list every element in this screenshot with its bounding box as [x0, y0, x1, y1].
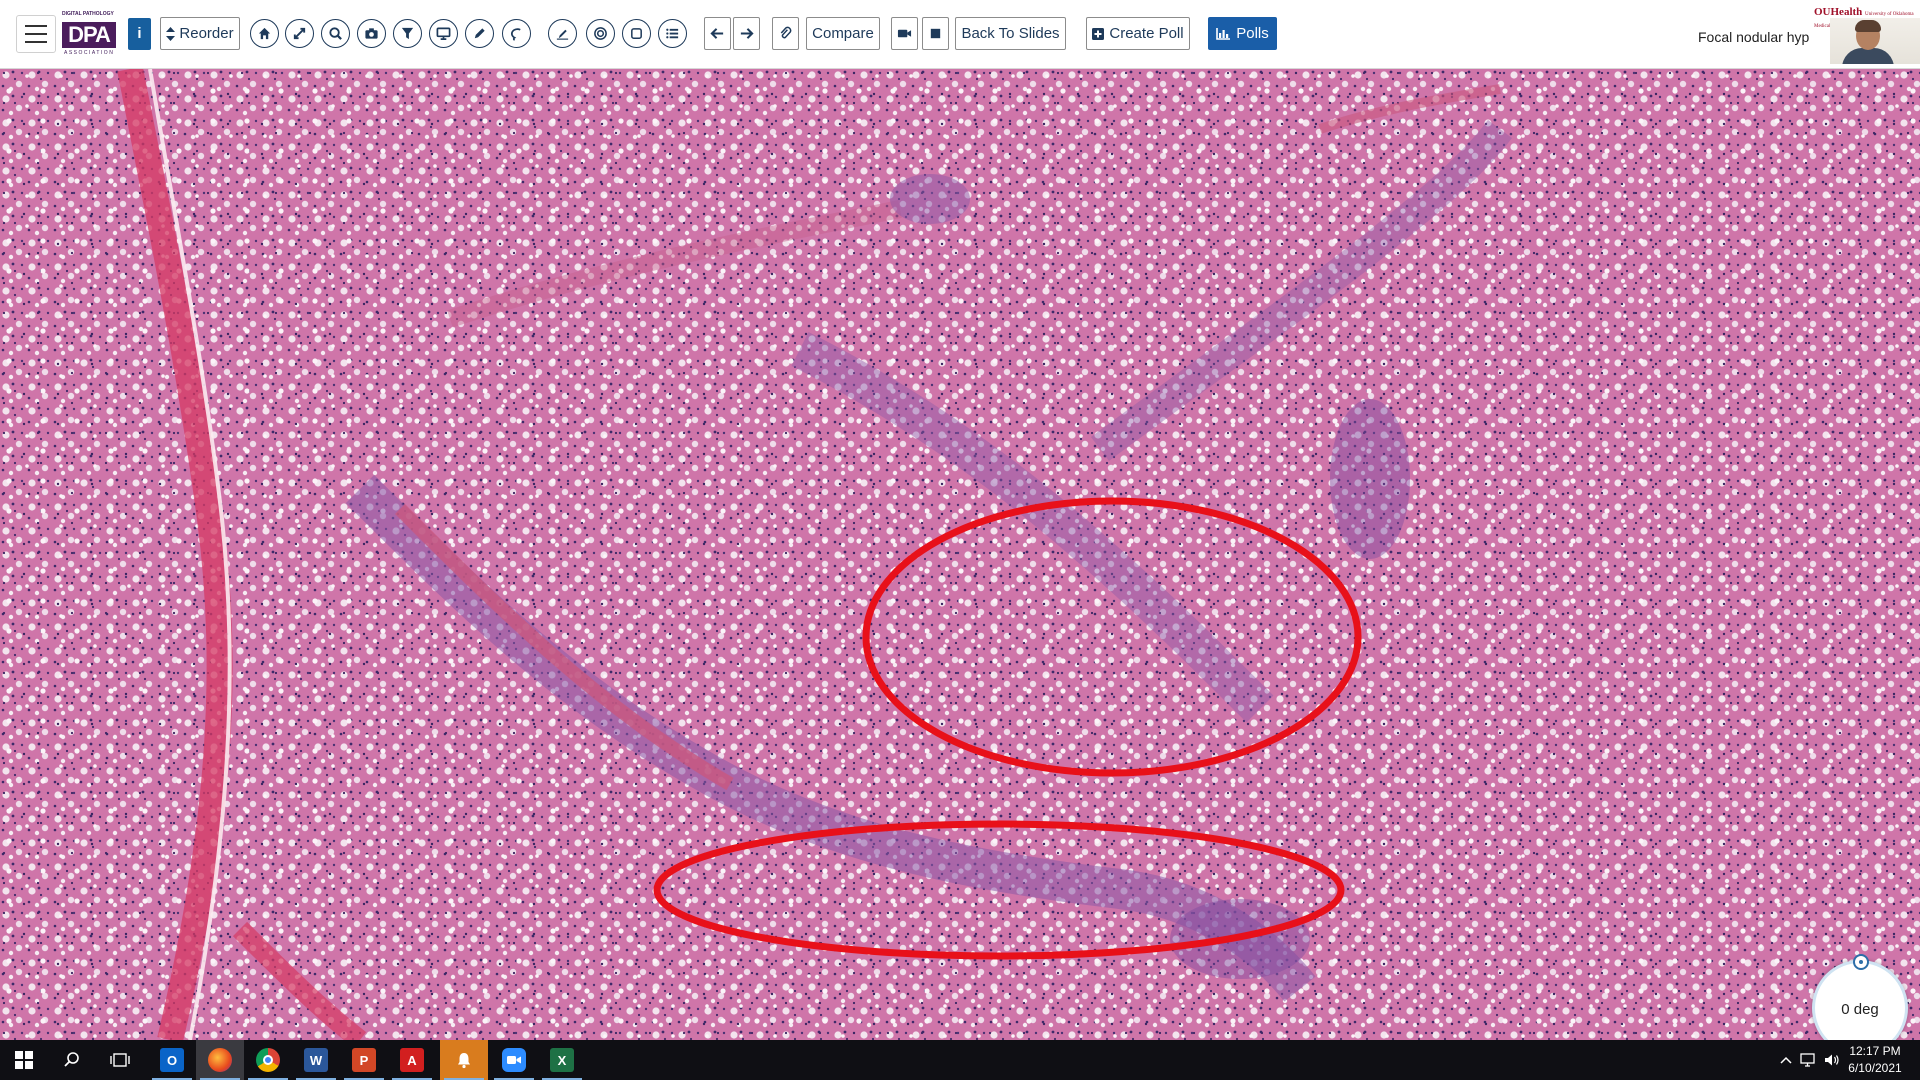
logo-text: DPA	[62, 22, 116, 48]
logo-assoc-text: ASSOCIATION	[64, 50, 115, 56]
windows-start-icon[interactable]	[0, 1040, 48, 1080]
create-poll-button[interactable]: Create Poll	[1086, 17, 1190, 50]
excel-icon[interactable]: X	[538, 1040, 586, 1080]
slide-viewer[interactable]: 0 deg	[0, 69, 1920, 1040]
powerpoint-icon[interactable]: P	[340, 1040, 388, 1080]
ou-logo-text: OUHealth	[1814, 6, 1863, 18]
stop-icon[interactable]	[922, 17, 949, 50]
camera-icon[interactable]	[357, 19, 386, 48]
histology-image	[0, 69, 1920, 1040]
presenter-video	[1830, 18, 1920, 64]
create-poll-label: Create Poll	[1109, 25, 1184, 42]
rotation-handle[interactable]	[1853, 954, 1869, 970]
polls-button[interactable]: Polls	[1208, 17, 1277, 50]
pen-icon[interactable]	[465, 19, 494, 48]
logo-small-text: DIGITAL PATHOLOGY	[62, 11, 114, 17]
arrow-right-icon[interactable]	[733, 17, 760, 50]
back-to-slides-button[interactable]: Back To Slides	[955, 17, 1066, 50]
compare-button[interactable]: Compare	[806, 17, 880, 50]
draw-icon[interactable]	[548, 19, 577, 48]
chrome-icon[interactable]	[244, 1040, 292, 1080]
paperclip-icon[interactable]	[772, 17, 799, 50]
search-icon[interactable]	[48, 1040, 96, 1080]
monitor-icon[interactable]	[429, 19, 458, 48]
target-icon[interactable]	[586, 19, 615, 48]
zoom-app-icon[interactable]	[490, 1040, 538, 1080]
reorder-label: Reorder	[179, 25, 234, 42]
zoom-icon[interactable]	[321, 19, 350, 48]
rotation-label: 0 deg	[1841, 1001, 1879, 1018]
acrobat-icon[interactable]: A	[388, 1040, 436, 1080]
task-view-icon[interactable]	[96, 1040, 144, 1080]
bar-chart-icon	[1216, 27, 1231, 40]
windows-taskbar: O W P A X 12:17 PM 6/10/2021	[0, 1040, 1920, 1080]
square-icon[interactable]	[622, 19, 651, 48]
plus-square-icon	[1092, 27, 1105, 40]
word-icon[interactable]: W	[292, 1040, 340, 1080]
notification-bell-icon[interactable]	[440, 1040, 488, 1080]
list-icon[interactable]	[658, 19, 687, 48]
arrow-left-icon[interactable]	[704, 17, 731, 50]
lasso-icon[interactable]	[502, 19, 531, 48]
info-button[interactable]: i	[128, 18, 151, 50]
tray-chevron-icon[interactable]	[1780, 1040, 1792, 1080]
polls-label: Polls	[1236, 25, 1269, 42]
slide-title: Focal nodular hyp	[1698, 29, 1810, 45]
volume-icon[interactable]	[1824, 1040, 1840, 1080]
network-icon[interactable]	[1799, 1040, 1817, 1080]
video-icon[interactable]	[891, 17, 918, 50]
system-clock[interactable]: 12:17 PM 6/10/2021	[1840, 1043, 1910, 1077]
viewer-toolbar: DIGITAL PATHOLOGY DPA ASSOCIATION i Reor…	[0, 0, 1920, 69]
menu-icon[interactable]	[16, 15, 56, 53]
arrows-icon[interactable]	[285, 19, 314, 48]
filter-icon[interactable]	[393, 19, 422, 48]
home-icon[interactable]	[250, 19, 279, 48]
clock-date: 6/10/2021	[1848, 1061, 1902, 1075]
reorder-button[interactable]: Reorder	[160, 17, 240, 50]
outlook-icon[interactable]: O	[148, 1040, 196, 1080]
firefox-icon[interactable]	[196, 1040, 244, 1080]
clock-time: 12:17 PM	[1849, 1044, 1901, 1058]
dpa-logo: DIGITAL PATHOLOGY DPA ASSOCIATION	[62, 12, 118, 56]
sort-icon	[166, 26, 176, 41]
